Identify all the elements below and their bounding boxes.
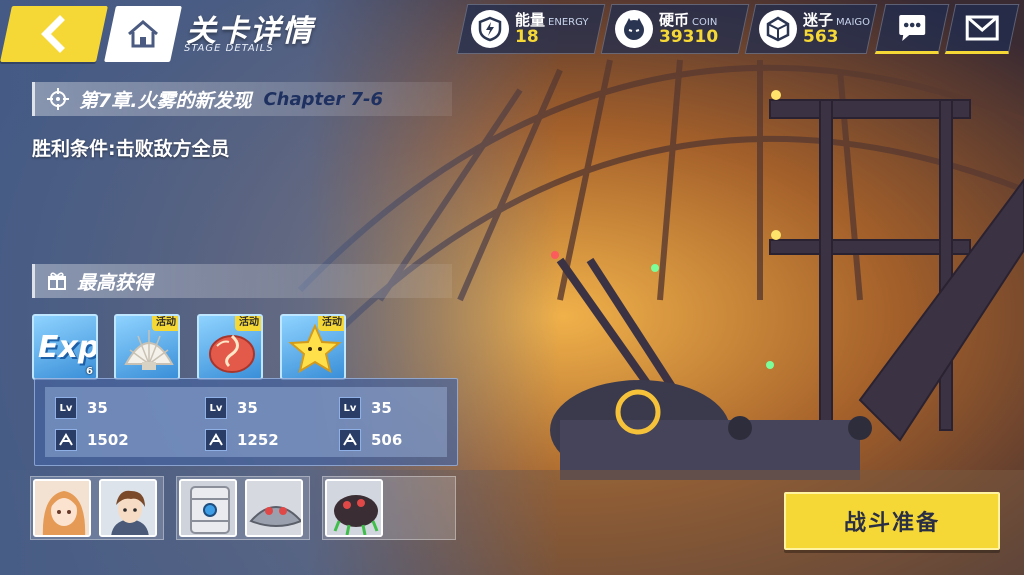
crosshair-icon [47,88,69,110]
team-characters [30,476,164,540]
gift-icon [48,272,66,290]
team-member-slot[interactable] [325,479,383,537]
event-tag: 活动 [152,316,178,331]
coin-label-en: COIN [692,16,718,28]
chapter-title: 第7章.火雾的新发现 [79,89,252,112]
chapter-header: 第7章.火雾的新发现 Chapter 7-6 [32,82,452,116]
team-member-slot[interactable] [245,479,303,537]
home-icon [128,20,158,48]
level-stat: Lv 35 [205,397,258,419]
drone-portrait-icon [247,481,301,535]
coin-value: 39310 [659,27,719,48]
team-member-slot[interactable] [99,479,157,537]
boy-portrait-icon [101,481,155,535]
cat-coin-icon [615,10,653,48]
energy-label-en: ENERGY [548,16,589,28]
team-summon [322,476,456,540]
exp-label: Exp [38,330,98,365]
reward-white-shell[interactable]: 活动 [114,314,180,380]
reward-exp[interactable]: Exp 6 [32,314,98,380]
coin-label: 硬币 [659,10,690,29]
reward-red-shell[interactable]: 活动 [197,314,263,380]
exp-value: 1252 [237,431,279,449]
victory-condition: 胜利条件:击败敌方全员 [32,138,230,160]
dice-icon [759,10,797,48]
chat-button[interactable] [874,4,950,54]
event-tag: 活动 [235,316,261,331]
page-subtitle: STAGE DETAILS [184,43,274,54]
event-tag: 活动 [318,316,344,331]
exp-value: 506 [371,431,403,449]
level-icon: Lv [55,397,77,419]
exp-up-icon [205,429,227,451]
exp-value: 1502 [87,431,129,449]
home-button[interactable] [104,6,182,62]
energy-counter[interactable]: 能量 ENERGY 18 [456,4,606,54]
energy-label: 能量 [515,10,546,29]
level-stat: Lv 35 [55,397,108,419]
level-stat: Lv 35 [339,397,392,419]
level-value: 35 [237,399,258,417]
level-exp-grid: Lv 35 1502 Lv 35 1252 Lv 35 506 [45,387,447,457]
exp-up-icon [55,429,77,451]
rewards-header: 最高获得 [32,264,452,298]
energy-value: 18 [515,27,539,48]
maigo-label-en: MAIGO [836,16,871,28]
level-exp-panel: Lv 35 1502 Lv 35 1252 Lv 35 506 [34,378,458,466]
creature-portrait-icon [327,481,381,535]
shield-bolt-icon [471,10,509,48]
exp-stat: 1252 [205,429,279,451]
robot-portrait-icon [181,481,235,535]
reward-star[interactable]: 活动 [280,314,346,380]
mail-button[interactable] [944,4,1020,54]
level-icon: Lv [339,397,361,419]
exp-stat: 1502 [55,429,129,451]
exp-stat: 506 [339,429,402,451]
chat-icon [899,15,926,41]
team-member-slot[interactable] [33,479,91,537]
level-icon: Lv [205,397,227,419]
reward-count: 6 [86,366,93,377]
maigo-counter[interactable]: 迷子 MAIGO 563 [744,4,878,54]
rewards-title: 最高获得 [77,271,154,294]
level-value: 35 [87,399,108,417]
maigo-label: 迷子 [803,10,834,29]
coin-counter[interactable]: 硬币 COIN 39310 [600,4,750,54]
girl-portrait-icon [35,481,89,535]
maigo-value: 563 [803,27,839,48]
level-value: 35 [371,399,392,417]
team-member-slot[interactable] [179,479,237,537]
back-button[interactable] [0,6,108,62]
battle-prepare-button[interactable]: 战斗准备 [784,492,1000,550]
team-equipment [176,476,310,540]
mail-icon [965,15,999,41]
chevron-left-icon [41,15,65,53]
exp-up-icon [339,429,361,451]
chapter-code: Chapter 7-6 [263,88,383,110]
